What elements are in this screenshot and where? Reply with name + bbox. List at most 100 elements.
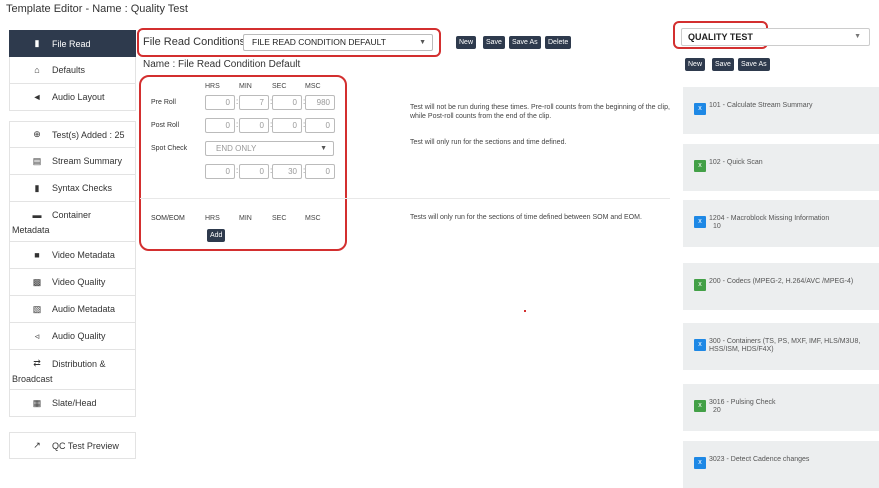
test-card-label: 3016 - Pulsing Check 20 xyxy=(709,399,874,415)
header-msc: MSC xyxy=(305,83,321,90)
pre-roll-msc[interactable]: 980 xyxy=(305,95,335,110)
test-card-title: 3016 - Pulsing Check xyxy=(709,399,776,406)
file-read-label: File Read Conditions xyxy=(143,36,246,48)
som-note: Tests will only run for the sections of … xyxy=(410,214,642,221)
sidebar-item-label: Defaults xyxy=(52,65,86,75)
remove-test-icon[interactable]: x xyxy=(694,339,706,351)
pre-roll-min[interactable]: 7 xyxy=(239,95,269,110)
file-icon: ▮ xyxy=(34,38,40,48)
template-new-button[interactable]: New xyxy=(685,58,706,71)
post-roll-hrs[interactable]: 0 xyxy=(205,118,235,133)
test-card[interactable]: x 3023 - Detect Cadence changes xyxy=(683,441,879,488)
spot-check-sec[interactable]: 30 xyxy=(272,164,302,179)
sidebar-item-audio-metadata[interactable]: ▧ Audio Metadata xyxy=(9,296,136,323)
sidebar-item-label: Video Metadata xyxy=(52,250,115,260)
test-card[interactable]: x 300 - Containers (TS, PS, MXF, IMF, HL… xyxy=(683,323,879,370)
sidebar-item-file-read[interactable]: ▮ File Read xyxy=(9,30,136,57)
sidebar-item-label: Distribution & xyxy=(52,358,106,369)
header-sec: SEC xyxy=(272,83,287,90)
shuffle-icon: ⇄ xyxy=(33,358,41,368)
roll-note: Test will not be run during these times.… xyxy=(410,104,670,120)
header-min: MIN xyxy=(239,83,252,90)
post-roll-min[interactable]: 0 xyxy=(239,118,269,133)
som-header-msc: MSC xyxy=(305,215,321,222)
sidebar-item-audio-layout[interactable]: ◄ Audio Layout xyxy=(9,84,136,111)
sidebar-item-distribution-broadcast[interactable]: ⇄ Distribution & Broadcast xyxy=(9,350,136,390)
remove-test-icon[interactable]: x xyxy=(694,103,706,115)
sidebar-item-label: Syntax Checks xyxy=(52,183,113,193)
test-card-sub: 20 xyxy=(713,407,721,414)
remove-test-icon[interactable]: x xyxy=(694,279,706,291)
condition-name: Name : File Read Condition Default xyxy=(143,59,301,70)
sidebar-item-video-quality[interactable]: ▩ Video Quality xyxy=(9,269,136,296)
test-card-label: 300 - Containers (TS, PS, MXF, IMF, HLS/… xyxy=(709,338,861,353)
header-hrs: HRS xyxy=(205,83,220,90)
test-card-label: 200 - Codecs (MPEG-2, H.264/AVC /MPEG-4) xyxy=(709,278,854,285)
sidebar-item-label: QC Test Preview xyxy=(52,440,119,451)
sidebar-item-audio-quality[interactable]: ◃ Audio Quality xyxy=(9,323,136,350)
sidebar-item-label: Video Quality xyxy=(52,277,106,287)
sidebar-item-label: Stream Summary xyxy=(52,156,123,166)
test-card-title: 1204 - Macroblock Missing Information xyxy=(709,215,830,222)
save-as-button[interactable]: Save As xyxy=(509,36,541,49)
spot-check-value: END ONLY xyxy=(216,144,257,153)
sidebar-item-stream-summary[interactable]: ▤ Stream Summary xyxy=(9,148,136,175)
file-read-condition-value: FILE READ CONDITION DEFAULT xyxy=(252,37,386,47)
chevron-down-icon: ▼ xyxy=(320,145,327,152)
new-button[interactable]: New xyxy=(456,36,477,49)
home-icon: ⌂ xyxy=(34,65,40,75)
pre-roll-label: Pre Roll xyxy=(151,99,176,106)
sidebar-item-label: File Read xyxy=(52,38,91,49)
pre-roll-sec[interactable]: 0 xyxy=(272,95,302,110)
remove-test-icon[interactable]: x xyxy=(694,457,706,469)
test-card[interactable]: x 1204 - Macroblock Missing Information … xyxy=(683,200,879,247)
file-read-condition-select[interactable]: FILE READ CONDITION DEFAULT ▼ xyxy=(243,34,433,51)
grid-icon: ▦ xyxy=(32,397,42,408)
template-save-button[interactable]: Save xyxy=(712,58,734,71)
test-card[interactable]: x 3016 - Pulsing Check 20 xyxy=(683,384,879,431)
sidebar-item-label: Audio Metadata xyxy=(52,304,116,314)
remove-test-icon[interactable]: x xyxy=(694,400,706,412)
delete-button[interactable]: Delete xyxy=(545,36,572,49)
chevron-down-icon: ▼ xyxy=(854,33,861,40)
remove-test-icon[interactable]: x xyxy=(694,160,706,172)
remove-test-icon[interactable]: x xyxy=(694,216,706,228)
audio-file-icon: ▧ xyxy=(32,303,42,314)
test-card-label: 3023 - Detect Cadence changes xyxy=(709,456,810,463)
spot-check-msc[interactable]: 0 xyxy=(305,164,335,179)
film-icon: ▩ xyxy=(32,276,42,287)
som-header-hrs: HRS xyxy=(205,215,220,222)
sidebar-item-tests-added[interactable]: ⊕ Test(s) Added : 25 xyxy=(9,121,136,148)
spot-check-hrs[interactable]: 0 xyxy=(205,164,235,179)
sidebar-item-container-metadata[interactable]: ▬ Container Metadata xyxy=(9,202,136,242)
sidebar-item-label-2: Metadata xyxy=(12,225,50,235)
post-roll-sec[interactable]: 0 xyxy=(272,118,302,133)
add-button[interactable]: Add xyxy=(207,229,226,242)
test-card[interactable]: x 200 - Codecs (MPEG-2, H.264/AVC /MPEG-… xyxy=(683,263,879,310)
test-card-label: 1204 - Macroblock Missing Information 10 xyxy=(709,215,874,231)
sidebar: ▮ File Read ⌂ Defaults ◄ Audio Layout ⊕ … xyxy=(9,30,136,459)
save-button[interactable]: Save xyxy=(483,36,505,49)
sidebar-item-slate-head[interactable]: ▦ Slate/Head xyxy=(9,390,136,417)
post-roll-msc[interactable]: 0 xyxy=(305,118,335,133)
test-card[interactable]: x 101 - Calculate Stream Summary xyxy=(683,87,879,134)
page-title: Template Editor - Name : Quality Test xyxy=(6,3,188,15)
megaphone-icon: ◄ xyxy=(32,92,42,102)
sidebar-item-label: Audio Quality xyxy=(52,331,106,341)
sidebar-item-defaults[interactable]: ⌂ Defaults xyxy=(9,57,136,84)
external-link-icon: ↗ xyxy=(33,440,41,450)
sidebar-item-label: Audio Layout xyxy=(52,92,105,102)
pre-roll-hrs[interactable]: 0 xyxy=(205,95,235,110)
post-roll-label: Post Roll xyxy=(151,122,180,129)
sidebar-item-video-metadata[interactable]: ■ Video Metadata xyxy=(9,242,136,269)
template-save-as-button[interactable]: Save As xyxy=(738,58,770,71)
test-card[interactable]: x 102 - Quick Scan xyxy=(683,144,879,191)
sidebar-item-qc-test-preview[interactable]: ↗ QC Test Preview xyxy=(9,432,136,459)
template-select[interactable]: QUALITY TEST ▼ xyxy=(681,28,870,46)
sidebar-item-syntax-checks[interactable]: ▮ Syntax Checks xyxy=(9,175,136,202)
chevron-down-icon: ▼ xyxy=(419,39,426,46)
spot-check-min[interactable]: 0 xyxy=(239,164,269,179)
spot-check-select[interactable]: END ONLY ▼ xyxy=(205,141,334,156)
spot-check-label: Spot Check xyxy=(151,145,188,152)
test-card-label: 101 - Calculate Stream Summary xyxy=(709,102,813,109)
